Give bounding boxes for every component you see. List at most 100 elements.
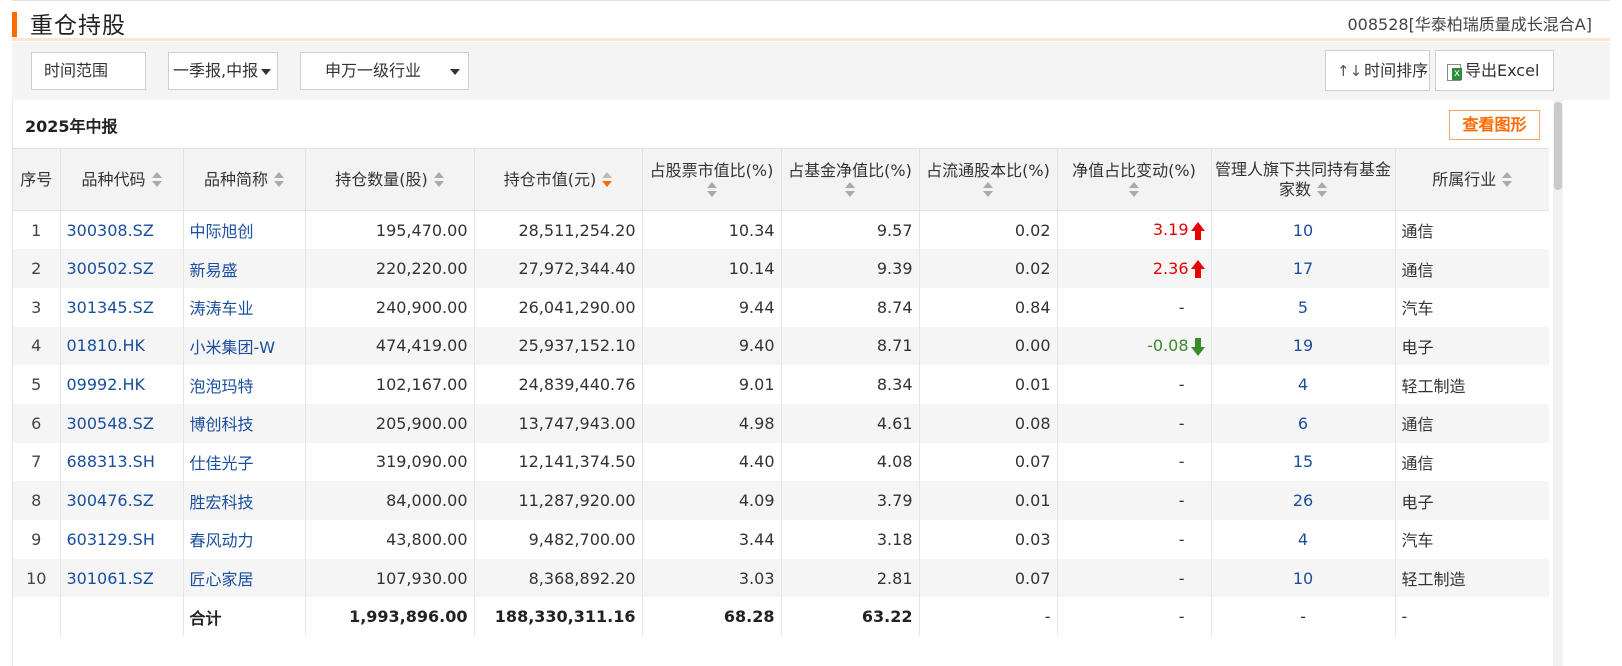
table-row: 4 01810.HK 小米集团-W 474,419.00 25,937,152.… bbox=[13, 326, 1549, 366]
export-excel-button[interactable]: 导出Excel bbox=[1435, 50, 1554, 91]
stock-code-link[interactable]: 09992.HK bbox=[59, 365, 183, 404]
cell-quantity: 43,800.00 bbox=[304, 520, 474, 559]
col-header-market-value[interactable]: 持仓市值(元) bbox=[473, 148, 642, 211]
stock-name-link[interactable]: 中际旭创 bbox=[182, 210, 305, 250]
industry-select[interactable]: 申万一级行业 bbox=[300, 52, 469, 90]
col-header-quantity[interactable]: 持仓数量(股) bbox=[304, 148, 474, 211]
nav-change-value: -0.08 bbox=[1147, 336, 1189, 356]
sort-icon[interactable] bbox=[433, 172, 444, 188]
cell-total-nav-ratio: 63.22 bbox=[780, 597, 919, 637]
cell-index: 6 bbox=[13, 403, 60, 443]
manager-count-link[interactable]: 4 bbox=[1210, 365, 1395, 404]
cell-industry: 轻工制造 bbox=[1394, 365, 1549, 404]
sort-icon[interactable] bbox=[1317, 182, 1327, 198]
time-sort-button[interactable]: ↑↓ 时间排序 bbox=[1325, 50, 1430, 91]
cell-index: 5 bbox=[31, 375, 42, 395]
cell-float-ratio: 0.03 bbox=[918, 520, 1057, 559]
cell-industry: 通信 bbox=[1394, 403, 1549, 443]
col-header-nav-change[interactable]: 净值占比变动(%) bbox=[1056, 148, 1211, 211]
cell-market-value: 24,839,440.76 bbox=[473, 365, 642, 404]
cell-nav-ratio: 9.39 bbox=[780, 249, 919, 288]
cell-index: 7 bbox=[31, 452, 42, 472]
stock-code-link[interactable]: 300548.SZ bbox=[59, 403, 183, 443]
sort-icon[interactable] bbox=[706, 182, 717, 198]
stock-code-link[interactable]: 301345.SZ bbox=[59, 287, 183, 327]
cell-quantity: 319,090.00 bbox=[304, 442, 474, 482]
arrow-down-icon bbox=[1190, 337, 1205, 356]
title-accent-bar bbox=[12, 12, 17, 37]
cell-industry: 汽车 bbox=[1394, 287, 1549, 327]
view-chart-button[interactable]: 查看图形 bbox=[1449, 110, 1540, 140]
cell-nav-change: - bbox=[1056, 520, 1211, 559]
manager-count-link[interactable]: 19 bbox=[1210, 326, 1395, 366]
manager-count-link[interactable]: 4 bbox=[1210, 520, 1395, 559]
report-type-select[interactable]: 一季报,中报 bbox=[168, 52, 278, 90]
stock-name-link[interactable]: 小米集团-W bbox=[182, 326, 305, 366]
col-header-index: 序号 bbox=[13, 148, 60, 211]
sort-icon[interactable] bbox=[1129, 182, 1139, 198]
excel-icon bbox=[1446, 63, 1462, 81]
stock-name-link[interactable]: 泡泡玛特 bbox=[182, 365, 305, 404]
cell-market-value: 26,041,290.00 bbox=[473, 287, 642, 327]
col-header-stock-ratio[interactable]: 占股票市值比(%) bbox=[641, 148, 781, 211]
sort-icon[interactable] bbox=[983, 182, 993, 198]
sort-arrows-icon: ↑↓ bbox=[1337, 62, 1363, 80]
arrow-up-icon bbox=[1190, 260, 1205, 279]
time-range-label: 时间范围 bbox=[44, 61, 109, 80]
manager-count-link[interactable]: 15 bbox=[1210, 442, 1395, 482]
stock-name-link[interactable]: 新易盛 bbox=[182, 249, 305, 288]
fund-name: 008528[华泰柏瑞质量成长混合A] bbox=[1347, 15, 1592, 34]
scrollbar-thumb[interactable] bbox=[1554, 102, 1562, 190]
stock-name-link[interactable]: 胜宏科技 bbox=[182, 481, 305, 520]
manager-count-link[interactable]: 5 bbox=[1210, 287, 1395, 327]
col-header-float-ratio[interactable]: 占流通股本比(%) bbox=[918, 148, 1057, 211]
cell-total-index bbox=[13, 597, 60, 636]
col-header-name[interactable]: 品种简称 bbox=[182, 148, 305, 211]
col-header-manager-count[interactable]: 管理人旗下共同持有基金家数 bbox=[1210, 148, 1395, 211]
nav-change-value: - bbox=[1178, 297, 1185, 317]
stock-code-link[interactable]: 300308.SZ bbox=[59, 210, 183, 250]
cell-total-nav-change: - bbox=[1056, 597, 1211, 637]
manager-count-link[interactable]: 10 bbox=[1210, 210, 1395, 250]
cell-nav-ratio: 9.57 bbox=[780, 210, 919, 250]
manager-count-link[interactable]: 6 bbox=[1210, 403, 1395, 443]
stock-name-link[interactable]: 涛涛车业 bbox=[182, 287, 305, 327]
sort-icon[interactable] bbox=[845, 182, 855, 198]
manager-count-link[interactable]: 26 bbox=[1210, 481, 1395, 520]
sort-icon[interactable] bbox=[274, 172, 284, 188]
col-header-nav-ratio[interactable]: 占基金净值比(%) bbox=[780, 148, 919, 211]
sort-icon[interactable] bbox=[151, 172, 162, 188]
cell-nav-change: 3.19 bbox=[1056, 210, 1211, 250]
stock-name-link[interactable]: 博创科技 bbox=[182, 403, 305, 443]
cell-index: 8 bbox=[13, 481, 60, 520]
cell-stock-ratio: 9.40 bbox=[641, 326, 781, 366]
stock-name-link[interactable]: 匠心家居 bbox=[182, 558, 305, 598]
manager-count-link[interactable]: 10 bbox=[1210, 558, 1395, 598]
cell-market-value: 11,287,920.00 bbox=[473, 481, 642, 520]
holdings-panel: 2025年中报 查看图形 序号 品种代码 品种简称 持仓数量(股) 持仓市值(元… bbox=[12, 100, 1610, 666]
time-range-filter[interactable]: 时间范围 bbox=[31, 52, 146, 90]
col-header-industry[interactable]: 所属行业 bbox=[1394, 148, 1549, 211]
stock-name-link[interactable]: 春风动力 bbox=[182, 520, 305, 559]
nav-change-value: - bbox=[1178, 529, 1185, 549]
stock-code-link[interactable]: 603129.SH bbox=[59, 520, 183, 559]
industry-select-value: 申万一级行业 bbox=[325, 61, 422, 80]
sort-desc-active-icon[interactable] bbox=[602, 172, 613, 188]
cell-total-float-ratio: - bbox=[918, 597, 1057, 637]
cell-market-value: 28,511,254.20 bbox=[473, 210, 642, 250]
cell-quantity: 102,167.00 bbox=[304, 365, 474, 404]
stock-code-link[interactable]: 300502.SZ bbox=[59, 249, 183, 288]
title-bar: 重仓持股 008528[华泰柏瑞质量成长混合A] bbox=[12, 0, 1610, 41]
col-header-code[interactable]: 品种代码 bbox=[59, 148, 183, 211]
stock-name-link[interactable]: 仕佳光子 bbox=[182, 442, 305, 482]
time-sort-label: 时间排序 bbox=[1364, 61, 1429, 80]
table-row: 1 300308.SZ 中际旭创 195,470.00 28,511,254.2… bbox=[13, 210, 1549, 250]
stock-code-link[interactable]: 300476.SZ bbox=[59, 481, 183, 520]
cell-industry: 电子 bbox=[1394, 481, 1549, 520]
cell-quantity: 474,419.00 bbox=[304, 326, 474, 366]
stock-code-link[interactable]: 01810.HK bbox=[59, 326, 183, 366]
manager-count-link[interactable]: 17 bbox=[1210, 249, 1395, 288]
sort-icon[interactable] bbox=[1502, 172, 1513, 188]
stock-code-link[interactable]: 301061.SZ bbox=[59, 558, 183, 598]
stock-code-link[interactable]: 688313.SH bbox=[59, 442, 183, 482]
